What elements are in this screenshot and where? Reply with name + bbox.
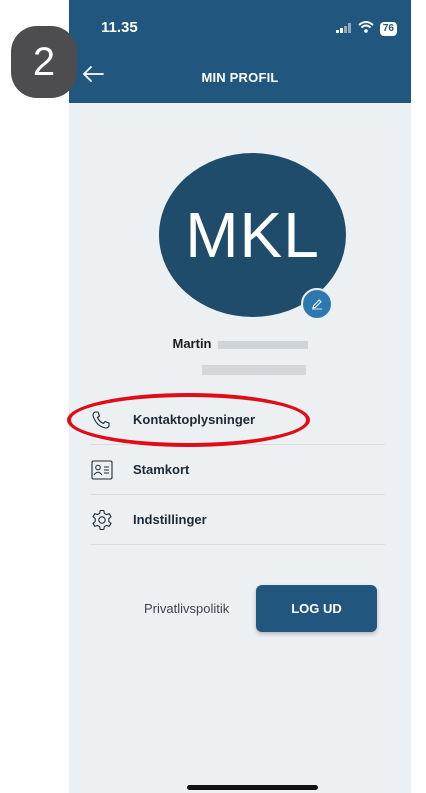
redacted-last-name xyxy=(217,340,308,349)
menu-item-label: Indstillinger xyxy=(133,512,207,527)
status-time: 11.35 xyxy=(101,19,138,36)
page-title: MIN PROFIL xyxy=(201,70,279,85)
gear-icon xyxy=(91,509,127,531)
phone-screen: 11.35 76 MIN PROFIL MKL Martin Kontaktop xyxy=(69,0,411,793)
user-name: Martin xyxy=(69,336,411,351)
user-first-name: Martin xyxy=(172,336,212,351)
menu-item-contact-info[interactable]: Kontaktoplysninger xyxy=(91,395,385,445)
phone-icon xyxy=(91,410,127,430)
redacted-user-detail xyxy=(202,365,306,375)
menu-item-settings[interactable]: Indstillinger xyxy=(91,495,385,545)
wifi-icon xyxy=(358,20,374,38)
menu-item-label: Kontaktoplysninger xyxy=(133,412,256,427)
battery-indicator: 76 xyxy=(379,22,397,36)
step-number-badge: 2 xyxy=(11,26,77,98)
privacy-policy-link[interactable]: Privatlivspolitik xyxy=(144,601,229,616)
step-number: 2 xyxy=(32,39,56,84)
edit-avatar-button[interactable] xyxy=(301,288,333,320)
id-card-icon xyxy=(91,459,127,480)
app-header: 11.35 76 MIN PROFIL xyxy=(69,0,411,103)
logout-button[interactable]: LOG UD xyxy=(256,585,377,632)
menu-item-stamkort[interactable]: Stamkort xyxy=(91,445,385,495)
avatar-initials: MKL xyxy=(185,199,320,271)
pencil-icon xyxy=(312,299,322,310)
status-icons: 76 xyxy=(335,20,397,38)
profile-menu: Kontaktoplysninger Stamkort Indstillinge… xyxy=(91,395,385,545)
menu-item-label: Stamkort xyxy=(133,462,190,477)
home-indicator xyxy=(187,785,318,790)
signal-icon xyxy=(335,20,352,38)
